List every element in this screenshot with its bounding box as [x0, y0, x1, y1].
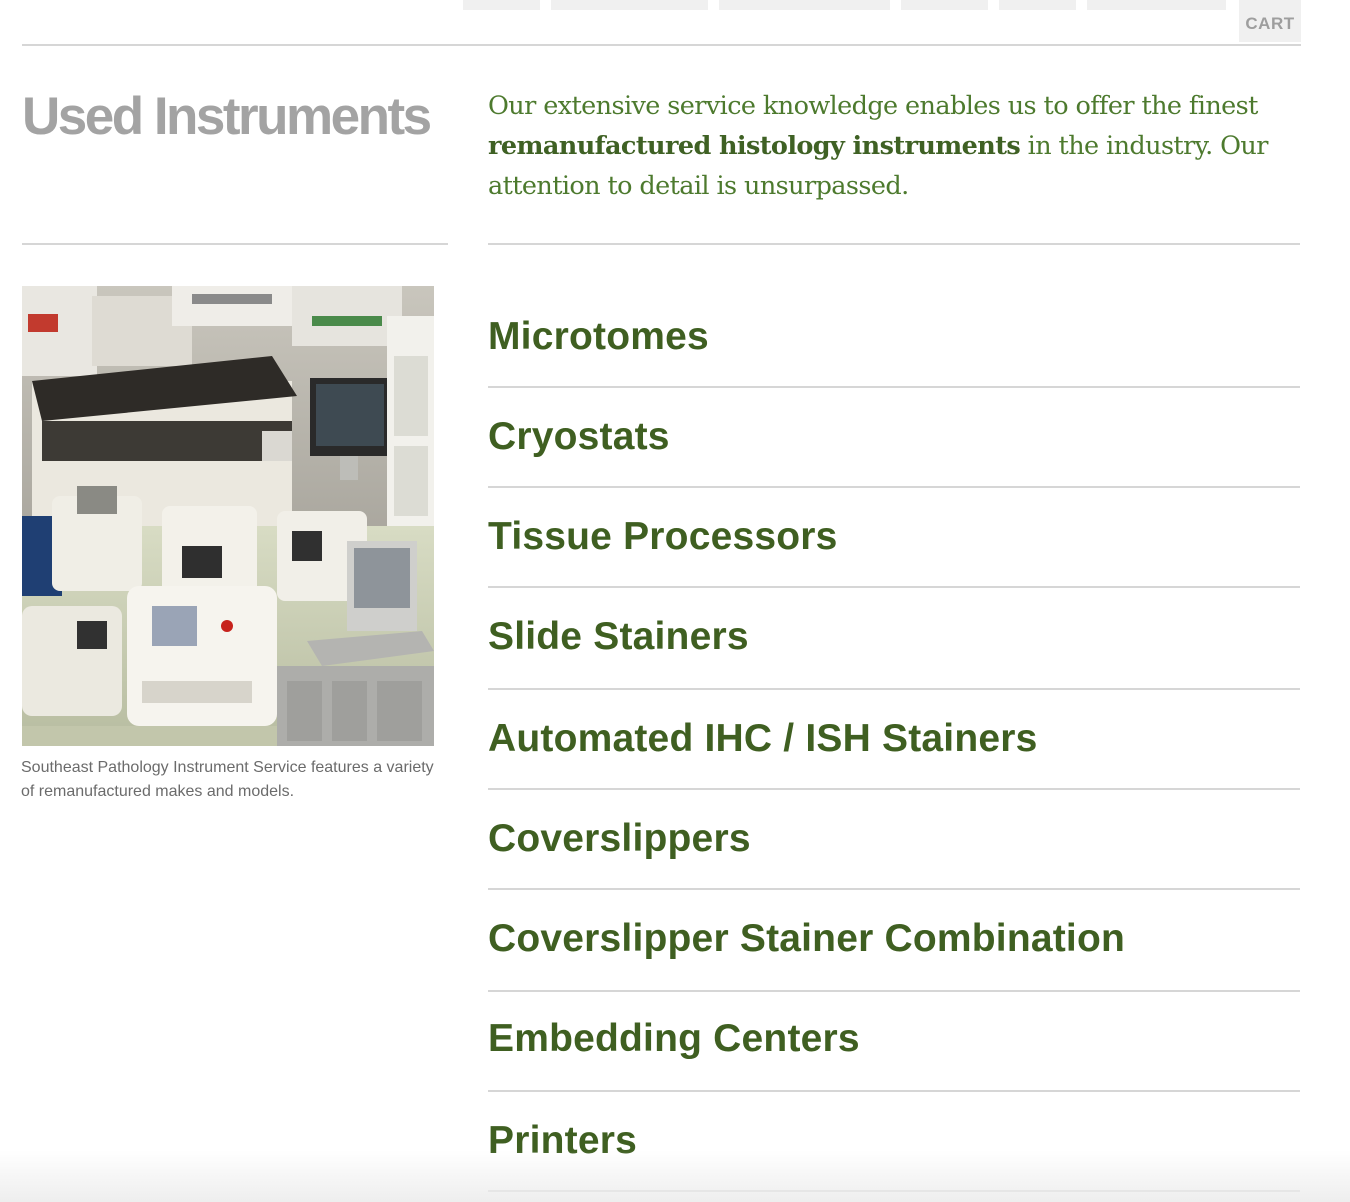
- nav-tab[interactable]: [1087, 0, 1226, 10]
- category-label[interactable]: Slide Stainers: [488, 614, 749, 660]
- right-section-divider: [488, 243, 1300, 245]
- page-title: Used Instruments: [22, 87, 432, 146]
- header-divider: [22, 44, 1301, 46]
- left-section-divider: [22, 243, 448, 245]
- category-item-slide-stainers[interactable]: Slide Stainers: [488, 588, 1300, 690]
- category-label[interactable]: Printers: [488, 1118, 637, 1164]
- nav-tab[interactable]: [999, 0, 1076, 10]
- category-item-tissue-processors[interactable]: Tissue Processors: [488, 488, 1300, 588]
- category-item-embedding-centers[interactable]: Embedding Centers: [488, 992, 1300, 1092]
- cart-button[interactable]: CART: [1239, 0, 1301, 42]
- category-label[interactable]: Embedding Centers: [488, 1016, 860, 1062]
- category-item-coverslipper-stainer-combination[interactable]: Coverslipper Stainer Combination: [488, 890, 1300, 992]
- category-item-automated-ihc-ish-stainers[interactable]: Automated IHC / ISH Stainers: [488, 690, 1300, 790]
- nav-tab[interactable]: [719, 0, 890, 10]
- category-item-microtomes[interactable]: Microtomes: [488, 286, 1300, 388]
- category-item-coverslippers[interactable]: Coverslippers: [488, 790, 1300, 890]
- category-list: Microtomes Cryostats Tissue Processors S…: [488, 286, 1300, 1192]
- photo-caption: Southeast Pathology Instrument Service f…: [21, 759, 434, 800]
- instruments-photo: [22, 286, 434, 746]
- category-item-cryostats[interactable]: Cryostats: [488, 388, 1300, 488]
- intro-text: Our extensive service knowledge enables …: [488, 86, 1298, 206]
- nav-tab[interactable]: [551, 0, 708, 10]
- category-label[interactable]: Cryostats: [488, 414, 670, 460]
- category-label[interactable]: Coverslipper Stainer Combination: [488, 916, 1125, 962]
- category-label[interactable]: Coverslippers: [488, 816, 751, 862]
- nav-tab[interactable]: [901, 0, 988, 10]
- category-item-printers[interactable]: Printers: [488, 1092, 1300, 1192]
- category-label[interactable]: Automated IHC / ISH Stainers: [488, 716, 1038, 762]
- intro-emphasis: remanufactured histology instruments: [488, 131, 1021, 161]
- intro-text-start: Our extensive service knowledge enables …: [488, 91, 1258, 121]
- category-label[interactable]: Tissue Processors: [488, 514, 838, 560]
- nav-tab[interactable]: [463, 0, 540, 10]
- category-label[interactable]: Microtomes: [488, 314, 709, 360]
